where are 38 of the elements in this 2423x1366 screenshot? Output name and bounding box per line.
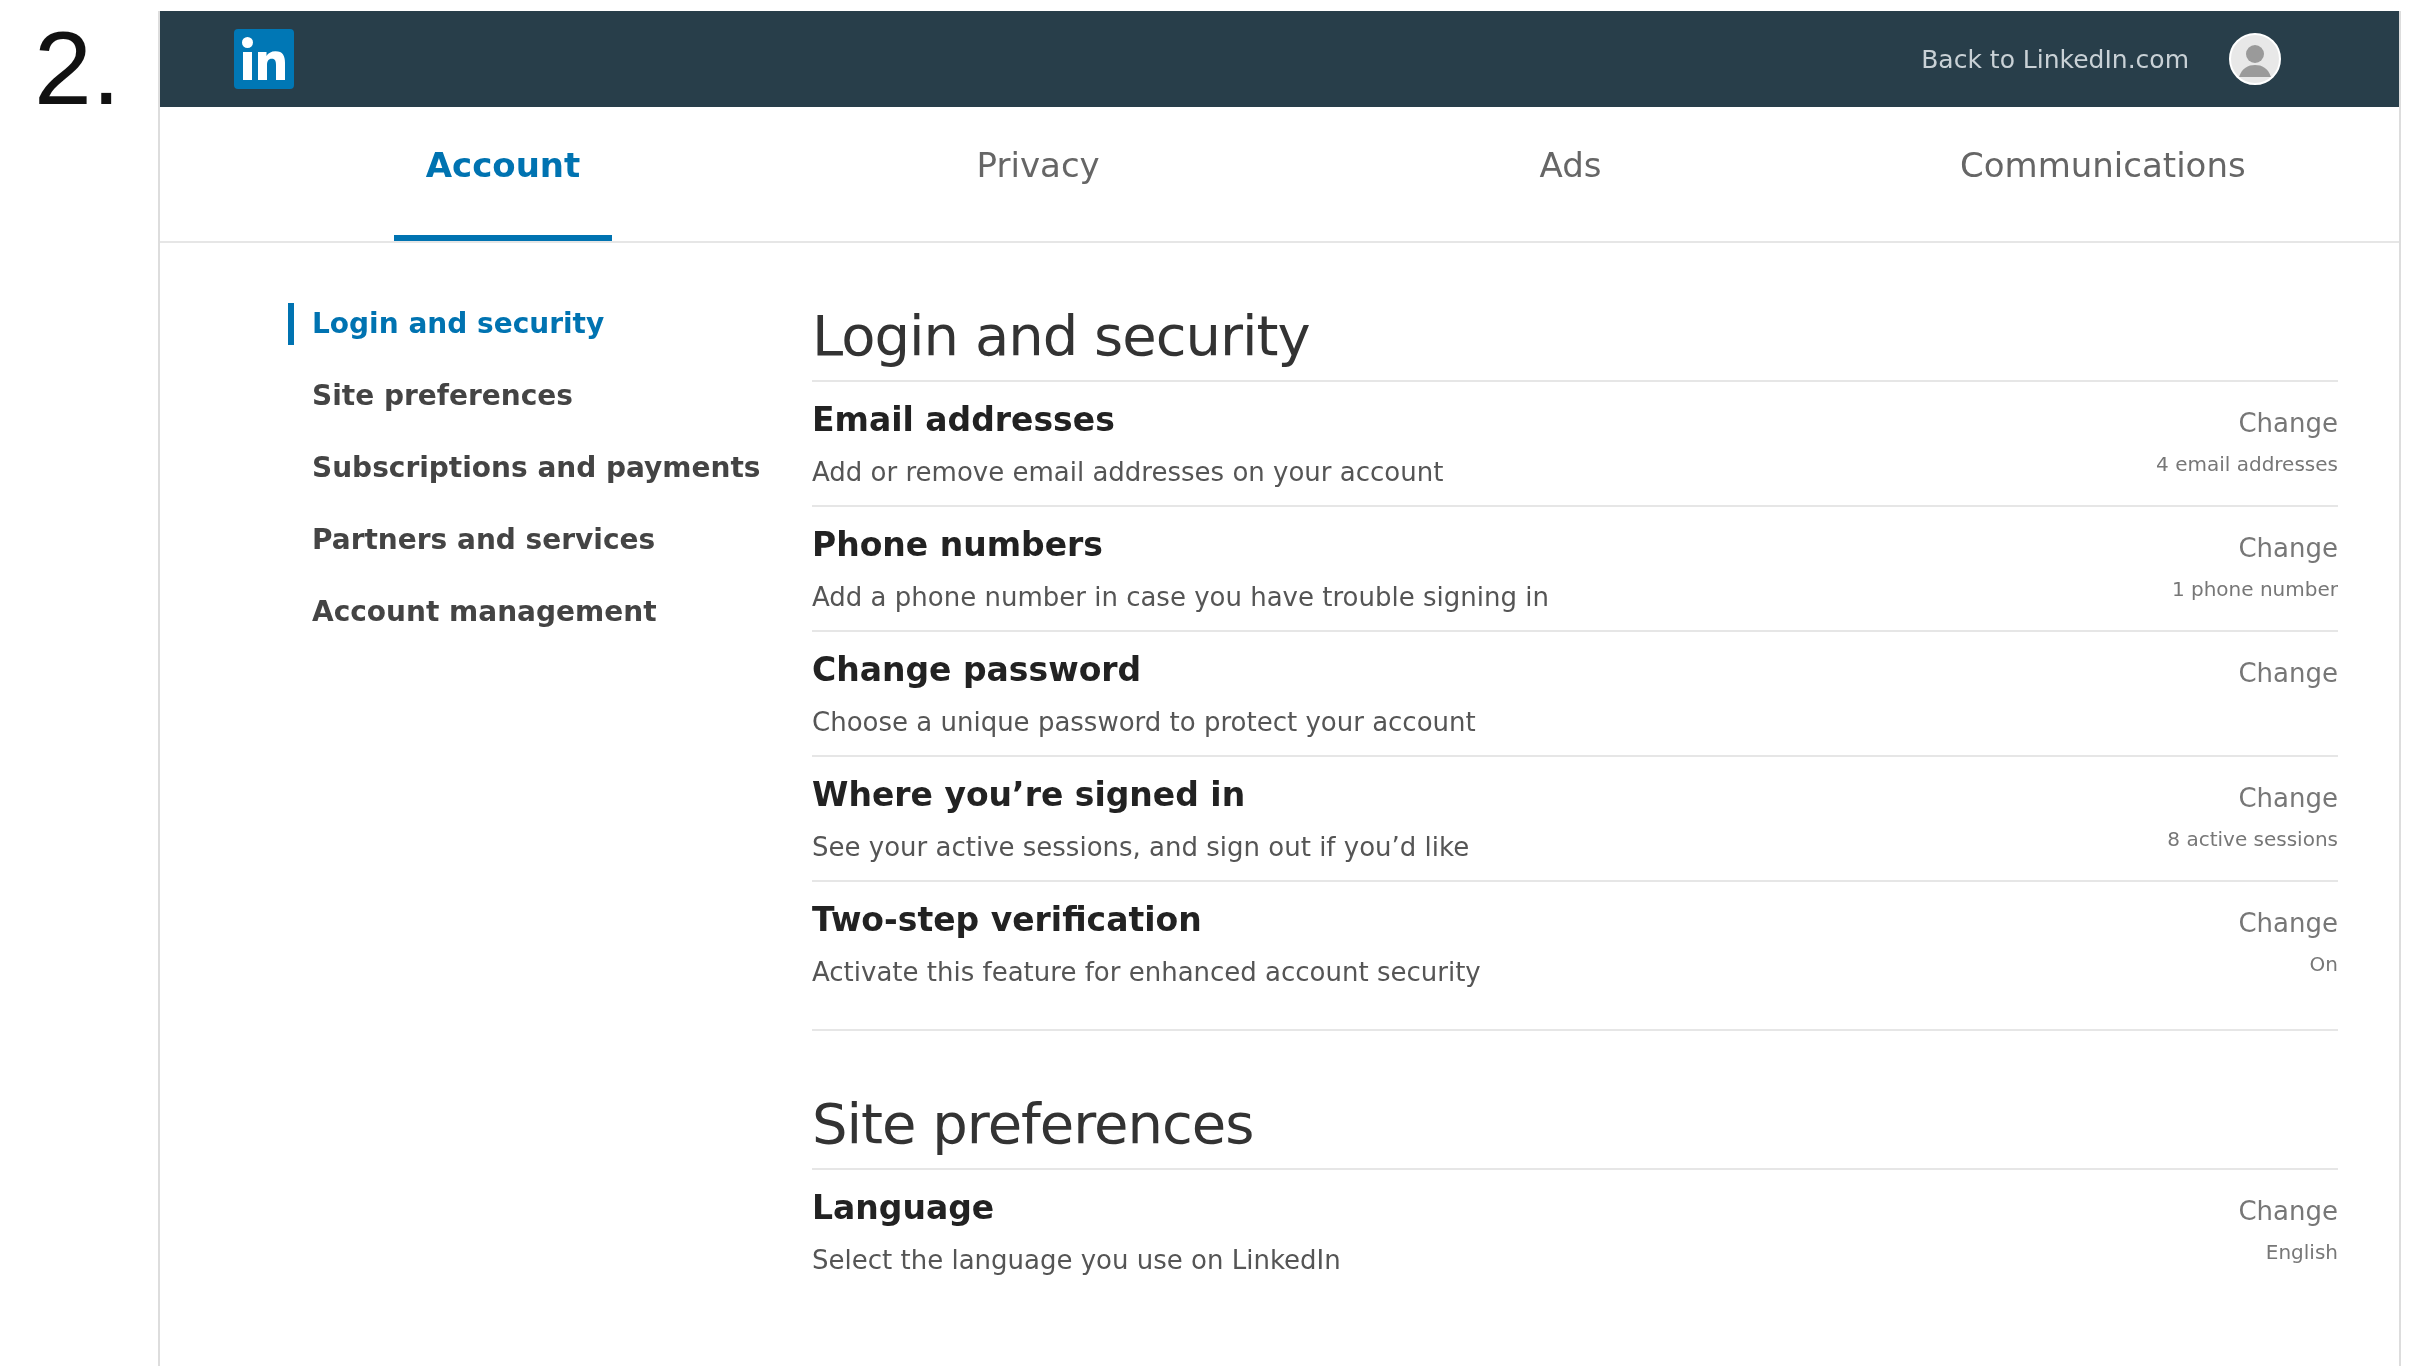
- tab[interactable]: Privacy: [772, 107, 1305, 241]
- setting-status: English: [2265, 1240, 2338, 1264]
- setting-description: See your active sessions, and sign out if you’d like: [812, 832, 1470, 862]
- setting-status: 4 email addresses: [2156, 452, 2338, 476]
- setting-status: On: [2309, 952, 2338, 976]
- sidebar-item[interactable]: Partners and services: [288, 519, 812, 561]
- sidebar-item[interactable]: Subscriptions and payments: [288, 447, 812, 489]
- tab[interactable]: Ads: [1304, 107, 1837, 241]
- section-heading: Site preferences: [812, 1091, 2338, 1170]
- setting-description: Add or remove email addresses on your account: [812, 457, 1444, 487]
- setting-status: 8 active sessions: [2167, 827, 2338, 851]
- sidebar-item[interactable]: Account management: [288, 591, 812, 633]
- setting-description: Select the language you use on LinkedIn: [812, 1245, 1341, 1275]
- section-heading: Login and security: [812, 303, 2338, 382]
- setting-title: Change password: [812, 650, 1143, 689]
- back-link[interactable]: Back to LinkedIn.com: [1921, 44, 2189, 74]
- avatar-icon[interactable]: [2229, 33, 2281, 85]
- change-link[interactable]: Change: [2238, 658, 2338, 688]
- change-link[interactable]: Change: [2238, 408, 2338, 438]
- change-link[interactable]: Change: [2238, 1196, 2338, 1226]
- setting-description: Choose a unique password to protect your account: [812, 707, 1476, 737]
- setting-title: Phone numbers: [812, 525, 1104, 564]
- sidebar-item[interactable]: Site preferences: [288, 375, 812, 417]
- tab[interactable]: Account: [394, 107, 612, 241]
- change-link[interactable]: Change: [2238, 783, 2338, 813]
- setting-description: Activate this feature for enhanced account security: [812, 957, 1481, 987]
- setting-title: Language: [812, 1188, 996, 1227]
- change-link[interactable]: Change: [2238, 908, 2338, 938]
- tab[interactable]: Communications: [1836, 107, 2369, 241]
- setting-title: Two-step verification: [812, 900, 1203, 939]
- setting-status: 1 phone number: [2171, 577, 2338, 601]
- setting-title: Where you’re signed in: [812, 775, 1247, 814]
- setting-description: Add a phone number in case you have trouble signing in: [812, 582, 1549, 612]
- setting-title: Email addresses: [812, 400, 1116, 439]
- sidebar-item[interactable]: Login and security: [288, 303, 812, 345]
- logo-icon[interactable]: [234, 29, 294, 89]
- change-link[interactable]: Change: [2238, 533, 2338, 563]
- slide-number: 2.: [33, 16, 122, 120]
